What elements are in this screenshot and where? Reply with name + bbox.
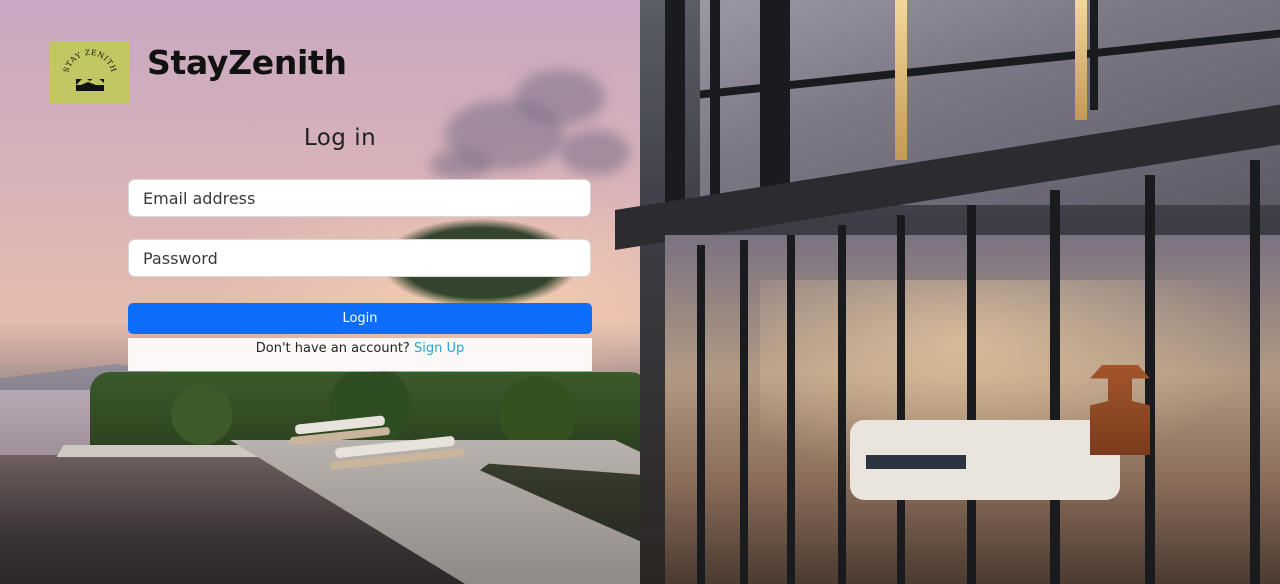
page-title: Log in <box>303 125 377 151</box>
signup-prompt-text: Don't have an account? <box>255 341 410 356</box>
hotel-background-image <box>0 0 1280 584</box>
signup-link[interactable]: Sign Up <box>414 341 464 356</box>
brand-name: StayZenith <box>147 43 347 82</box>
brand-logo[interactable]: STAY ZENITH <box>50 41 129 104</box>
signup-prompt-bar: Don't have an account? Sign Up <box>128 338 592 371</box>
email-field[interactable] <box>128 179 591 217</box>
password-field[interactable] <box>128 239 591 277</box>
mountain-logo-icon: STAY ZENITH <box>61 47 118 91</box>
logo-text: STAY ZENITH <box>61 47 117 73</box>
svg-text:STAY ZENITH: STAY ZENITH <box>61 47 118 73</box>
login-button[interactable]: Login <box>128 303 592 334</box>
